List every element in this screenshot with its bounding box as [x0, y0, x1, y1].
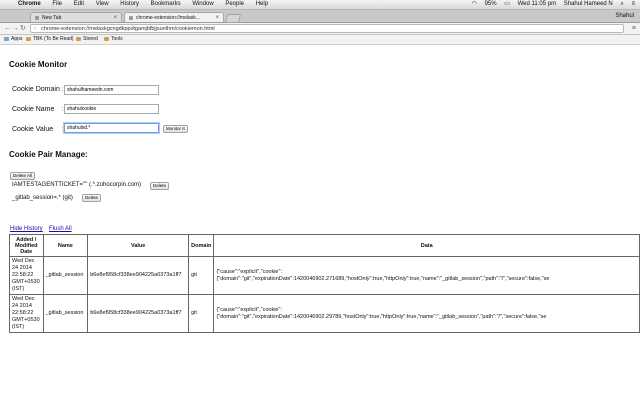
folder-icon — [104, 36, 109, 41]
cell-name: _gitlab_session — [42, 256, 89, 295]
cookie-value-label: Cookie Value — [12, 126, 54, 133]
address-bar[interactable]: ▫ chrome-extension://melaxkgcngdkppdigam… — [30, 24, 624, 33]
cell-value: b6e8ef958cf338ee904225a0373a1ff7 — [87, 294, 190, 333]
delete-all-button[interactable]: Delete All — [10, 172, 36, 180]
cookie-name-label: Cookie Name — [12, 106, 55, 113]
delete-pair-button[interactable]: Delete — [150, 182, 170, 190]
macos-menubar: Chrome File Edit View History Bookmarks … — [0, 0, 640, 10]
spotlight-icon[interactable]: ⌕ — [620, 1, 623, 7]
hide-history-link[interactable]: Hide History — [10, 226, 43, 232]
cookie-domain-label: Cookie Domain — [12, 86, 60, 93]
folder-icon — [76, 36, 81, 41]
close-tab-icon[interactable]: × — [113, 13, 117, 23]
cell-date: Wed Dec 24 2014 22:58:22 GMT+0530 (IST) — [9, 256, 44, 295]
bookmark-label: Stored — [83, 36, 98, 42]
cell-data-line: {"cause":"explicit","cookie": — [216, 306, 282, 313]
tab-cookie-monitor[interactable]: chrome-extension://melaxk... × — [124, 12, 224, 22]
new-tab-button[interactable] — [224, 14, 242, 23]
back-arrow-icon[interactable]: ← — [4, 23, 11, 34]
cookie-pair-item: IAMTESTAGENTTICKET="" (.*.zohocorpin.com… — [12, 182, 142, 188]
column-header-value: Value — [87, 234, 190, 257]
history-table: Added / Modified Date Name Value Domain … — [9, 234, 640, 333]
cell-data: {"cause":"explicit","cookie": {"domain":… — [213, 256, 640, 295]
menubar-status: ◠ 95% ▭ Wed 11:05 pm Shahul Hameed N ⌕ ≡ — [466, 0, 635, 9]
bookmark-label: Apps — [11, 36, 23, 42]
tab-strip: New Tab × chrome-extension://melaxk... ×… — [0, 10, 640, 23]
menu-file[interactable]: File — [52, 1, 62, 7]
menu-bookmarks[interactable]: Bookmarks — [151, 1, 181, 7]
flush-all-link[interactable]: Flush All — [49, 226, 72, 232]
cell-value: b6e8ef958cf338ee904225a0373a1ff7 — [87, 256, 190, 295]
cookie-pair-title: Cookie Pair Manage: — [9, 150, 88, 159]
bookmarks-bar: Apps TBK (To Be Read) Stored Tools — [0, 35, 640, 45]
table-header-row: Added / Modified Date Name Value Domain … — [9, 234, 640, 257]
battery-icon[interactable]: ▭ — [504, 1, 510, 7]
bookmark-tools[interactable]: Tools — [104, 35, 123, 44]
delete-pair-button[interactable]: Delete — [82, 194, 102, 202]
clock[interactable]: Wed 11:05 pm — [518, 1, 556, 7]
page-favicon-icon — [129, 15, 133, 20]
user-name[interactable]: Shahul Hameed N — [564, 1, 613, 7]
column-header-date: Added / Modified Date — [9, 234, 44, 257]
cell-data-line: {"domain":"git","expirationDate":1420046… — [216, 275, 550, 282]
profile-button[interactable]: Shahul — [615, 11, 634, 21]
cell-date: Wed Dec 24 2014 22:58:22 GMT+0530 (IST) — [9, 294, 44, 333]
cookie-name-input[interactable] — [64, 104, 159, 114]
bookmark-tbk[interactable]: TBK (To Be Read) — [26, 35, 74, 44]
column-header-domain: Domain — [188, 234, 215, 257]
menu-edit[interactable]: Edit — [74, 1, 84, 7]
folder-icon — [26, 36, 31, 41]
menu-window[interactable]: Window — [192, 1, 213, 7]
chrome-menu-icon[interactable]: ≡ — [632, 23, 636, 34]
bookmark-apps[interactable]: Apps — [4, 35, 22, 44]
cell-data: {"cause":"explicit","cookie": {"domain":… — [213, 294, 640, 333]
cookie-value-input[interactable] — [64, 123, 159, 133]
cookie-pair-item: _gitlab_session=.* (git) — [12, 195, 73, 201]
history-table-viewport: Added / Modified Date Name Value Domain … — [0, 234, 640, 344]
table-row: Wed Dec 24 2014 22:58:22 GMT+0530 (IST) … — [9, 256, 640, 295]
tab-title: chrome-extension://melaxk... — [136, 15, 200, 21]
bookmark-stored[interactable]: Stored — [76, 35, 98, 44]
menubar-menus: Chrome File Edit View History Bookmarks … — [18, 0, 278, 9]
page-info-icon[interactable]: ▫ — [34, 25, 36, 34]
tab-new-tab[interactable]: New Tab × — [30, 12, 122, 22]
column-header-name: Name — [42, 234, 89, 257]
address-url: chrome-extension://melaxkgcngdkppdigamjb… — [41, 26, 215, 32]
menu-people[interactable]: People — [225, 1, 244, 7]
cell-data-line: {"cause":"explicit","cookie": — [216, 268, 282, 275]
page-title: Cookie Monitor — [9, 60, 68, 69]
cell-domain: git — [188, 256, 215, 295]
menu-view[interactable]: View — [96, 1, 109, 7]
browser-toolbar: ← → ↻ ▫ chrome-extension://melaxkgcngdkp… — [0, 23, 640, 35]
tab-title: New Tab — [42, 15, 62, 21]
menu-history[interactable]: History — [120, 1, 139, 7]
reload-icon[interactable]: ↻ — [20, 23, 26, 34]
apps-grid-icon — [4, 36, 9, 41]
menu-help[interactable]: Help — [256, 1, 268, 7]
notifications-icon[interactable]: ≡ — [631, 1, 635, 7]
column-header-data: Data — [213, 234, 640, 257]
wifi-icon[interactable]: ◠ — [472, 1, 477, 7]
bookmark-label: Tools — [111, 36, 123, 42]
menu-chrome[interactable]: Chrome — [18, 1, 41, 7]
cookie-domain-input[interactable] — [64, 85, 159, 95]
cell-name: _gitlab_session — [42, 294, 89, 333]
bookmark-label: TBK (To Be Read) — [33, 36, 74, 42]
page-favicon-icon — [35, 15, 39, 20]
cell-data-line: {"domain":"git","expirationDate":1420046… — [216, 313, 547, 320]
monitor-it-button[interactable]: Monitor It — [163, 125, 188, 133]
close-tab-icon[interactable]: × — [215, 13, 219, 23]
cell-domain: git — [188, 294, 215, 333]
table-row: Wed Dec 24 2014 22:58:22 GMT+0530 (IST) … — [9, 294, 640, 333]
forward-arrow-icon[interactable]: → — [12, 23, 19, 34]
battery-level[interactable]: 95% — [485, 1, 497, 7]
